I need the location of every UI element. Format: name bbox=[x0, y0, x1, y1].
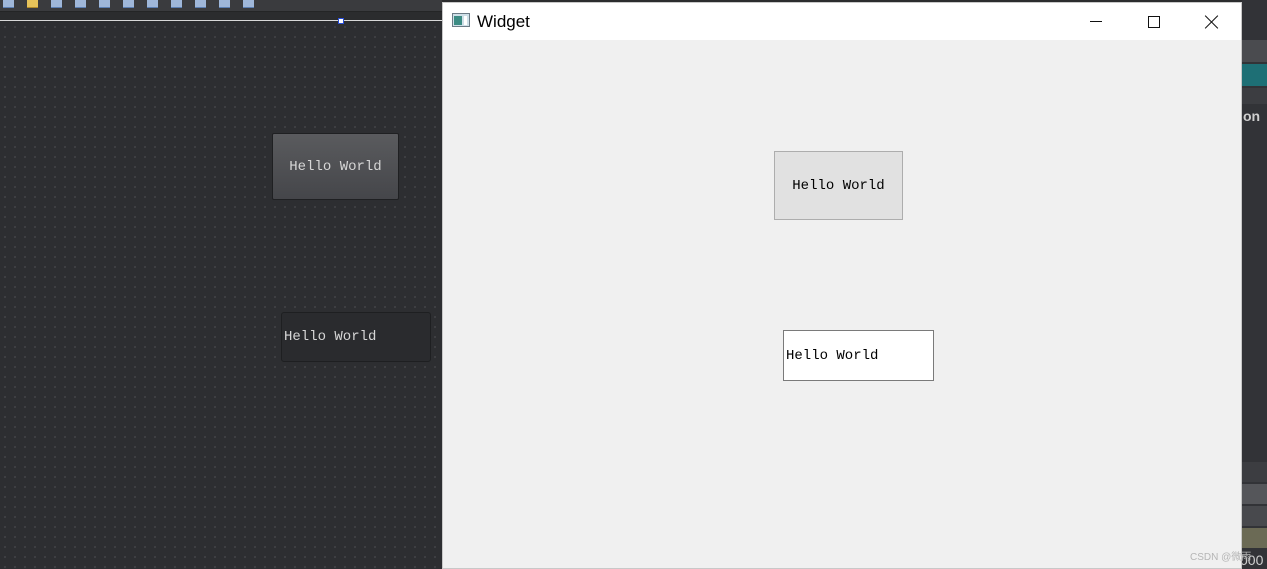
close-icon bbox=[1205, 15, 1219, 29]
toolbar-icon[interactable] bbox=[51, 0, 62, 8]
widget-window: Widget Hello World Hello World bbox=[442, 2, 1242, 569]
hello-world-button[interactable]: Hello World bbox=[774, 151, 903, 220]
designer-form-canvas[interactable] bbox=[0, 22, 442, 569]
panel-row[interactable] bbox=[1242, 506, 1267, 526]
maximize-button[interactable] bbox=[1125, 3, 1183, 40]
designer-line-edit-text: Hello World bbox=[284, 329, 377, 345]
toolbar-icon[interactable] bbox=[99, 0, 110, 8]
hello-world-button-label: Hello World bbox=[792, 177, 885, 194]
toolbar-icon[interactable] bbox=[195, 0, 206, 8]
maximize-icon bbox=[1148, 15, 1160, 28]
hello-world-line-edit[interactable]: Hello World bbox=[783, 330, 934, 381]
hello-world-line-edit-text: Hello World bbox=[786, 347, 879, 364]
panel-row[interactable] bbox=[1242, 528, 1267, 548]
designer-toolbar bbox=[0, 0, 442, 12]
minimize-button[interactable] bbox=[1067, 3, 1125, 40]
toolbar-icon[interactable] bbox=[171, 0, 182, 8]
panel-row[interactable] bbox=[1242, 462, 1267, 482]
toolbar-icon[interactable] bbox=[243, 0, 254, 8]
toolbar-icon[interactable] bbox=[123, 0, 134, 8]
panel-row[interactable] bbox=[1242, 40, 1267, 62]
designer-line-edit[interactable]: Hello World bbox=[281, 312, 431, 362]
form-edge-line bbox=[0, 20, 442, 21]
watermark: CSDN @微雨 bbox=[1190, 552, 1252, 563]
toolbar-icon[interactable] bbox=[219, 0, 230, 8]
toolbar-icon[interactable] bbox=[27, 0, 38, 8]
panel-row[interactable] bbox=[1242, 484, 1267, 504]
toolbar-icon[interactable] bbox=[3, 0, 14, 8]
minimize-icon bbox=[1090, 20, 1102, 22]
designer-push-button-label: Hello World bbox=[289, 158, 382, 175]
close-button[interactable] bbox=[1183, 3, 1241, 40]
app-window-icon bbox=[452, 13, 470, 27]
designer-push-button[interactable]: Hello World bbox=[272, 133, 399, 200]
toolbar-icon[interactable] bbox=[147, 0, 158, 8]
toolbar-icon[interactable] bbox=[75, 0, 86, 8]
panel-partial-label: on bbox=[1243, 108, 1261, 124]
resize-handle[interactable] bbox=[338, 18, 344, 24]
panel-row-selected[interactable] bbox=[1242, 64, 1267, 86]
property-panel-strip bbox=[1242, 0, 1267, 569]
window-title: Widget bbox=[477, 12, 530, 31]
window-titlebar[interactable]: Widget bbox=[443, 3, 1241, 40]
panel-row[interactable] bbox=[1242, 88, 1267, 104]
